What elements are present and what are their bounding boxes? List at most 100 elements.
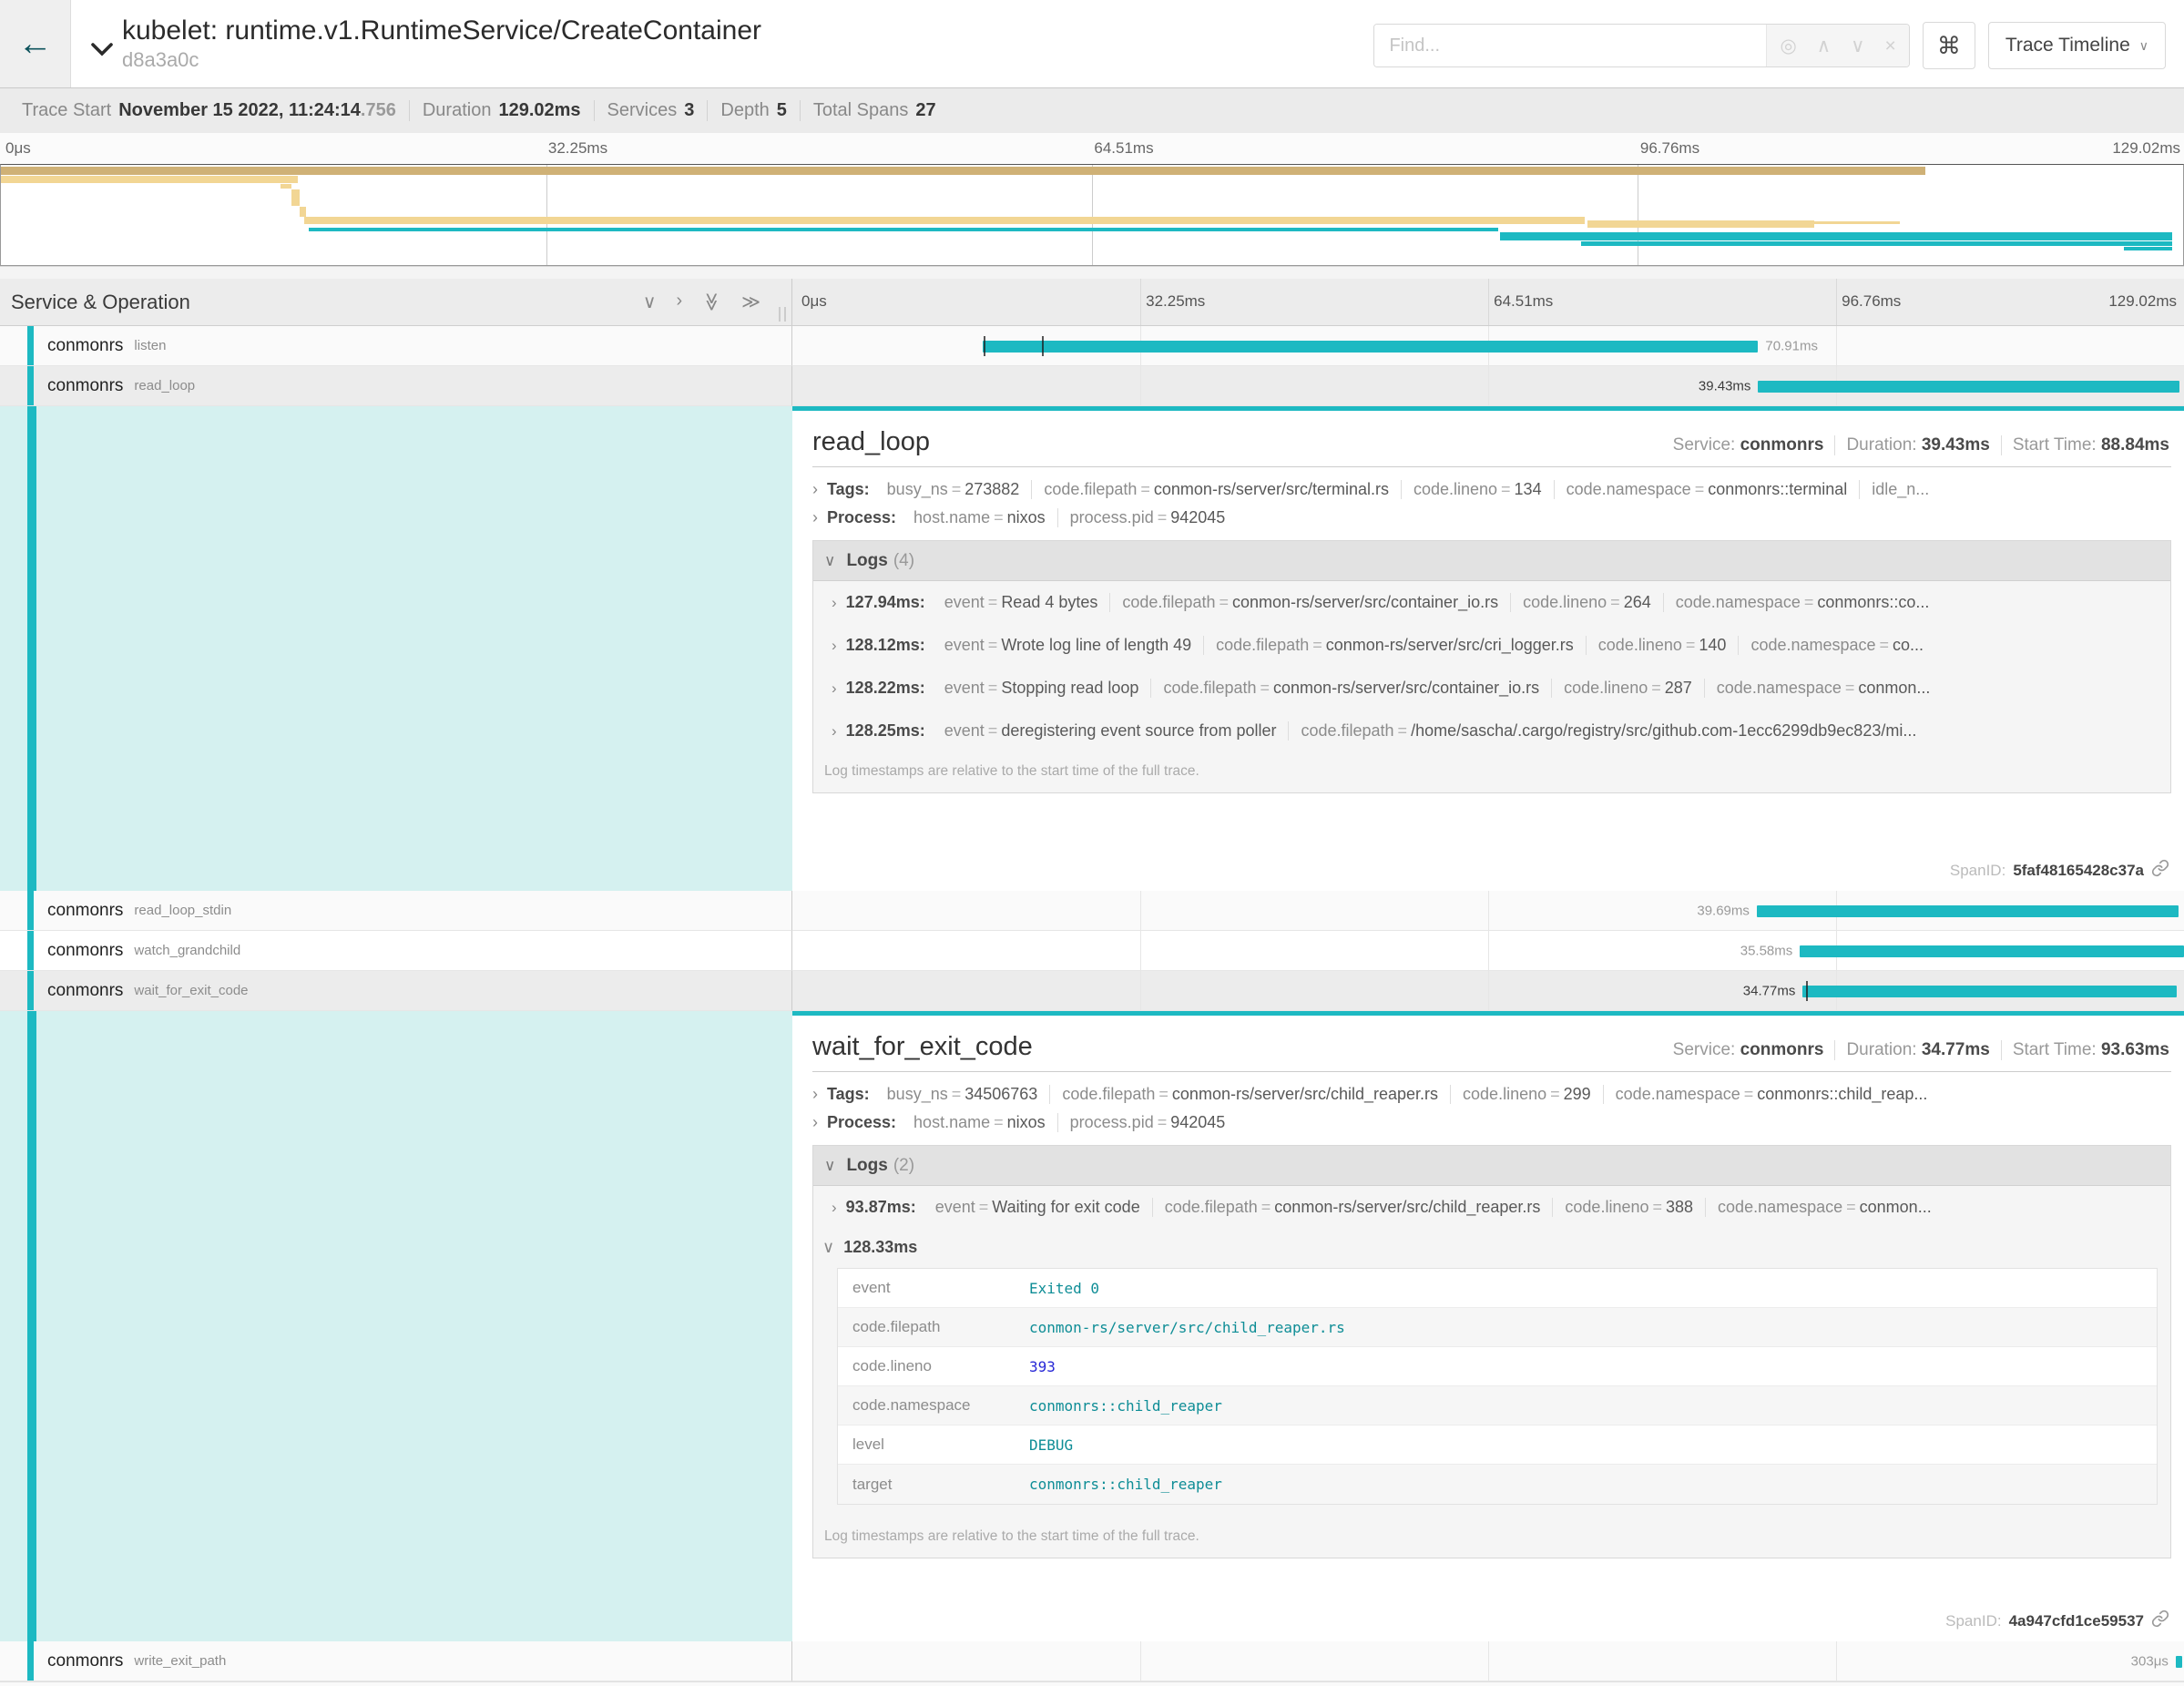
span-id: SpanID:4a947cfd1ce59537 xyxy=(1945,1609,2169,1632)
attribute-key: process.pid xyxy=(1070,1113,1154,1131)
find-input[interactable] xyxy=(1374,25,1766,66)
chevron-up-icon[interactable]: ∧ xyxy=(1817,36,1831,56)
span-id: SpanID:5faf48165428c37a xyxy=(1950,859,2169,882)
span-duration-bar[interactable] xyxy=(1800,945,2184,957)
span-detail-panel: read_loopService: conmonrsDuration: 39.4… xyxy=(792,406,2184,891)
attribute-value: conmonrs::child_reaper xyxy=(1029,1476,1222,1493)
span-row-listen[interactable]: conmonrslisten70.91ms xyxy=(0,326,2184,366)
log-entry[interactable]: ›127.94ms:event=Read 4 bytescode.filepat… xyxy=(813,581,2170,624)
span-name-cell[interactable]: conmonrswatch_grandchild xyxy=(0,931,792,971)
log-entry[interactable]: ›128.22ms:event=Stopping read loopcode.f… xyxy=(813,667,2170,710)
attribute-key: code.lineno xyxy=(1598,636,1682,654)
span-name-cell[interactable]: conmonrsread_loop_stdin xyxy=(0,891,792,931)
minimap-ruler: 0μs 32.25ms 64.51ms 96.76ms 129.02ms xyxy=(0,133,2184,164)
log-marker xyxy=(1806,981,1808,1001)
span-timeline-cell[interactable]: 70.91ms xyxy=(792,326,2184,366)
attribute-key: busy_ns xyxy=(887,1085,948,1103)
minimap-span-bar xyxy=(1,167,1925,175)
log-fields: event=Waiting for exit codecode.filepath… xyxy=(924,1198,1944,1217)
chevron-down-icon[interactable]: ∨ xyxy=(1851,36,1864,56)
attribute-key: code.namespace xyxy=(1750,636,1875,654)
attribute-value: 140 xyxy=(1699,636,1726,654)
span-timeline-cell[interactable]: 34.77ms xyxy=(792,971,2184,1011)
back-button[interactable]: ← xyxy=(0,0,71,87)
span-duration-bar[interactable] xyxy=(1758,381,2179,393)
equals-sign: = xyxy=(948,1085,965,1103)
log-fields: event=Stopping read loopcode.filepath=co… xyxy=(933,679,1943,698)
next-row-sliver xyxy=(0,1681,2184,1686)
expand-all-icon[interactable]: ≫ xyxy=(741,291,760,313)
chevron-down-icon: ∨ xyxy=(824,552,835,570)
log-timestamp: 128.12ms: xyxy=(846,636,925,655)
span-duration-bar[interactable] xyxy=(1802,986,2177,997)
logs-header[interactable]: ∨Logs(4) xyxy=(813,541,2170,581)
attribute-field: code.lineno=134 xyxy=(1402,480,1555,499)
span-row-read_loop_stdin[interactable]: conmonrsread_loop_stdin39.69ms xyxy=(0,891,2184,931)
span-detail-header: read_loopService: conmonrsDuration: 39.4… xyxy=(812,427,2171,457)
tags-row[interactable]: ›Tags:busy_ns=34506763code.filepath=conm… xyxy=(812,1085,2171,1104)
span-name-cell[interactable]: conmonrswrite_exit_path xyxy=(0,1641,792,1681)
equals-sign: = xyxy=(1309,636,1326,654)
span-timeline-cell[interactable]: 303μs xyxy=(792,1641,2184,1681)
span-timeline-cell[interactable]: 35.58ms xyxy=(792,931,2184,971)
attribute-key: code.filepath xyxy=(1044,480,1137,498)
collapse-header-chevron-down-icon[interactable] xyxy=(91,43,113,61)
attribute-field: code.filepath=/home/sascha/.cargo/regist… xyxy=(1289,721,1928,741)
span-name-cell[interactable]: conmonrslisten xyxy=(0,326,792,366)
column-resizer-handle[interactable] xyxy=(779,307,786,322)
span-name-cell[interactable]: conmonrs read_loop xyxy=(0,366,792,406)
trace-view-dropdown[interactable]: Trace Timeline ∨ xyxy=(1988,22,2166,69)
collapse-all-icon[interactable]: ≫ xyxy=(700,292,723,312)
chevron-right-icon: › xyxy=(812,1085,818,1104)
process-row[interactable]: ›Process:host.name=nixosprocess.pid=9420… xyxy=(812,508,2171,527)
span-timeline-cell[interactable]: 39.69ms xyxy=(792,891,2184,931)
span-row-read_loop[interactable]: conmonrs read_loop 39.43ms xyxy=(0,366,2184,406)
span-duration-label: 39.43ms xyxy=(1699,378,1759,393)
tags-row[interactable]: ›Tags:busy_ns=273882code.filepath=conmon… xyxy=(812,480,2171,499)
logs-section: ∨Logs(4)›127.94ms:event=Read 4 bytescode… xyxy=(812,540,2171,793)
span-row-write_exit_path[interactable]: conmonrswrite_exit_path 303μs xyxy=(0,1641,2184,1681)
log-entry[interactable]: ›128.25ms:event=deregistering event sour… xyxy=(813,710,2170,752)
minimap-canvas[interactable] xyxy=(0,164,2184,266)
span-service-name: conmonrs xyxy=(47,376,123,396)
attribute-field: code.filepath=conmon-rs/server/src/cri_l… xyxy=(1204,636,1587,655)
logs-count: (2) xyxy=(893,1156,914,1176)
link-icon[interactable] xyxy=(2151,859,2169,882)
span-operation-name: read_loop xyxy=(134,378,195,393)
minimap-span-bar xyxy=(281,184,291,189)
link-icon[interactable] xyxy=(2151,1609,2169,1632)
attribute-field: process.pid=942045 xyxy=(1058,508,1238,527)
span-duration-bar[interactable] xyxy=(2176,1656,2182,1668)
close-icon[interactable]: × xyxy=(1885,36,1896,56)
target-icon[interactable]: ◎ xyxy=(1780,36,1796,56)
span-duration-bar[interactable] xyxy=(983,341,1758,353)
attribute-field: code.lineno=388 xyxy=(1553,1198,1706,1217)
process-row[interactable]: ›Process:host.name=nixosprocess.pid=9420… xyxy=(812,1113,2171,1132)
expand-one-icon[interactable]: › xyxy=(676,291,682,313)
equals-sign: = xyxy=(1691,480,1709,498)
equals-sign: = xyxy=(1258,1198,1275,1216)
log-entry[interactable]: ›93.87ms:event=Waiting for exit codecode… xyxy=(813,1186,2170,1229)
minimap-span-bar xyxy=(1500,232,2172,240)
span-duration-label: 303μs xyxy=(2131,1653,2176,1669)
span-name-cell[interactable]: conmonrswait_for_exit_code xyxy=(0,971,792,1011)
span-duration-bar[interactable] xyxy=(1757,905,2179,917)
attribute-key: code.filepath xyxy=(1165,1198,1258,1216)
span-row-watch_grandchild[interactable]: conmonrswatch_grandchild35.58ms xyxy=(0,931,2184,971)
overview-item: Duration: 39.43ms xyxy=(1835,435,2001,455)
log-entry[interactable]: ›128.12ms:event=Wrote log line of length… xyxy=(813,624,2170,667)
span-timeline-cell[interactable]: 39.43ms xyxy=(792,366,2184,406)
minimap-span-bar xyxy=(291,189,301,206)
attribute-key: event xyxy=(935,1198,975,1216)
logs-header[interactable]: ∨Logs(2) xyxy=(813,1146,2170,1186)
collapse-one-icon[interactable]: ∨ xyxy=(643,291,657,313)
log-entry-expanded[interactable]: ∨128.33ms xyxy=(813,1229,2170,1262)
keyboard-shortcuts-button[interactable]: ⌘ xyxy=(1923,22,1975,69)
trace-duration: Duration129.02ms xyxy=(410,100,595,121)
span-row-wait_for_exit_code[interactable]: conmonrswait_for_exit_code34.77ms xyxy=(0,971,2184,1011)
span-accent-bar xyxy=(27,931,34,970)
span-accent-bar xyxy=(27,1011,36,1641)
equals-sign: = xyxy=(990,1113,1007,1131)
log-timestamp: 128.25ms: xyxy=(846,721,925,741)
equals-sign: = xyxy=(1497,480,1515,498)
